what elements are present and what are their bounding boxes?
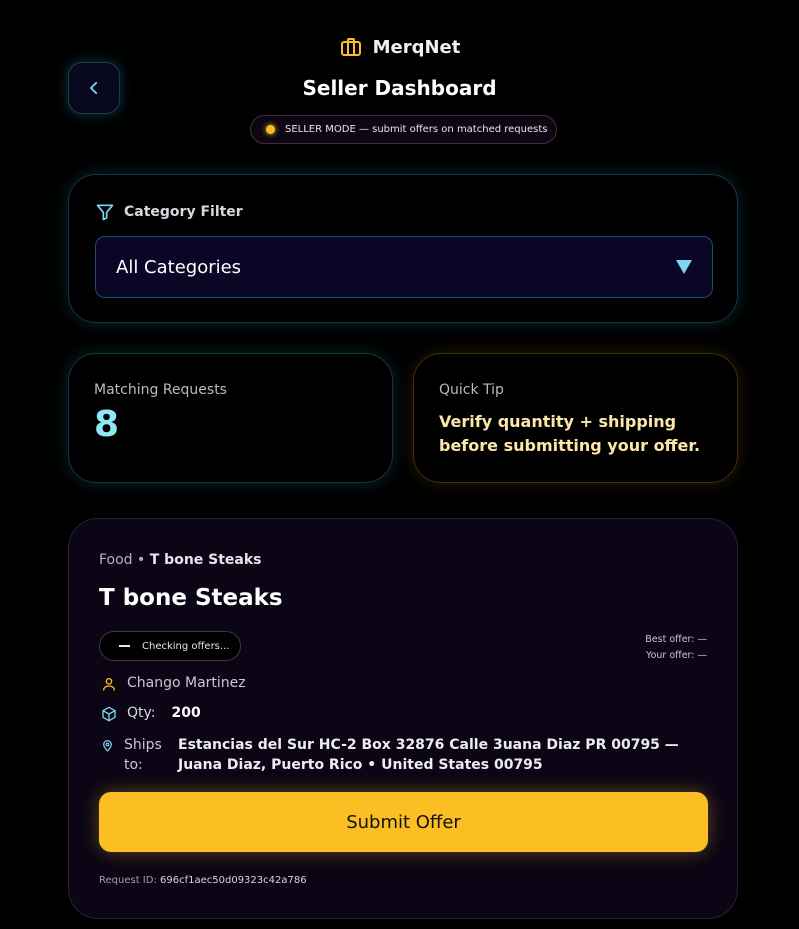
matching-requests-count: 8 xyxy=(94,404,120,445)
request-id-value: 696cf1aec50d09323c42a786 xyxy=(160,875,307,886)
request-id-label: Request ID: xyxy=(99,875,157,886)
user-icon xyxy=(103,678,115,691)
funnel-icon xyxy=(96,204,114,221)
map-pin-icon xyxy=(103,740,112,752)
status-dot-icon xyxy=(266,125,275,134)
brand-name: MerqNet xyxy=(372,36,461,58)
seller-mode-badge: SELLER MODE — submit offers on matched r… xyxy=(250,115,557,144)
request-id: Request ID: 696cf1aec50d09323c42a786 xyxy=(99,875,307,886)
ships-to-label: Ships to: xyxy=(124,737,162,773)
triangle-down-icon xyxy=(676,260,692,274)
your-offer: Your offer: — xyxy=(646,650,707,661)
category-select-value: All Categories xyxy=(116,256,242,278)
offer-status-badge: Checking offers... xyxy=(99,631,241,661)
breadcrumb-separator: • xyxy=(137,552,146,568)
quick-tip-text: Verify quantity + shipping before submit… xyxy=(439,412,701,455)
quantity-row: Qty: 200 xyxy=(101,705,201,722)
offer-status-text: Checking offers... xyxy=(142,640,230,652)
mode-text: SELLER MODE — submit offers on matched r… xyxy=(285,124,548,135)
matching-requests-label: Matching Requests xyxy=(94,382,227,398)
dash-icon xyxy=(119,645,130,647)
shipping-row: Ships to: Estancias del Sur HC-2 Box 328… xyxy=(101,735,698,775)
offer-summary: Best offer: — Your offer: — xyxy=(645,632,707,664)
matching-requests-card: Matching Requests 8 xyxy=(68,353,393,483)
buyer-name: Chango Martinez xyxy=(127,675,246,691)
page-title: Seller Dashboard xyxy=(302,76,497,100)
briefcase-icon xyxy=(340,38,361,56)
request-item-crumb: T bone Steaks xyxy=(149,552,262,568)
box-icon xyxy=(102,706,116,722)
request-title: T bone Steaks xyxy=(99,585,283,611)
buyer-row: Chango Martinez xyxy=(101,675,246,692)
quick-tip-label: Quick Tip xyxy=(439,382,504,398)
category-select[interactable]: All Categories xyxy=(95,236,713,298)
filter-label-row: Category Filter xyxy=(95,202,243,222)
quantity-value: 200 xyxy=(171,705,201,721)
category-filter-card: Category Filter All Categories xyxy=(68,174,738,323)
filter-label: Category Filter xyxy=(124,204,243,220)
request-category: Food xyxy=(99,552,133,568)
shipping-address: Estancias del Sur HC-2 Box 32876 Calle 3… xyxy=(178,737,679,773)
quantity-label: Qty: xyxy=(127,705,156,721)
quick-tip-card: Quick Tip Verify quantity + shipping bef… xyxy=(413,353,738,483)
request-breadcrumb: Food • T bone Steaks xyxy=(99,552,262,568)
best-offer: Best offer: — xyxy=(645,634,707,645)
brand: MerqNet xyxy=(0,35,799,59)
request-card: Food • T bone Steaks T bone Steaks Check… xyxy=(68,518,738,919)
submit-offer-button[interactable]: Submit Offer xyxy=(99,792,708,852)
